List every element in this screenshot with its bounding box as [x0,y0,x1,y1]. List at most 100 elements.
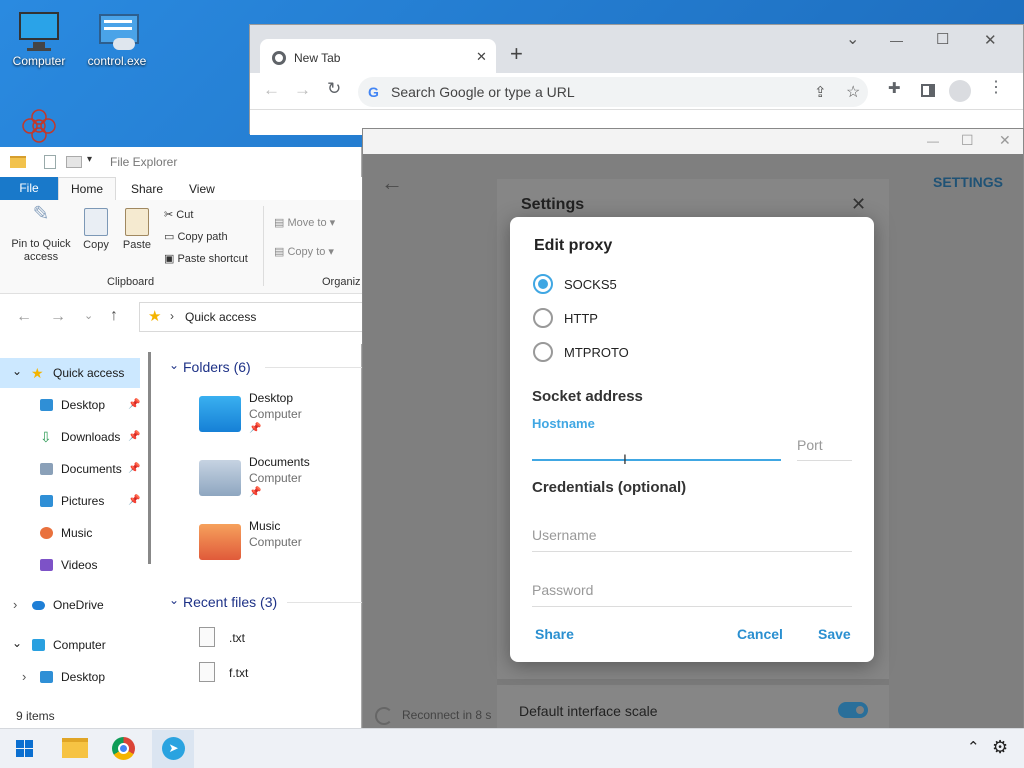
tree-item-onedrive[interactable]: › OneDrive [0,590,140,620]
up-arrow-icon[interactable]: ↑ [110,307,118,325]
address-bar[interactable]: ★ › Quick access [139,302,362,332]
tree-item-videos[interactable]: Videos [0,550,140,580]
folder-name[interactable]: Music [249,519,280,533]
chrome-favicon-icon [272,51,286,65]
pin-icon[interactable]: 📌 [128,422,140,452]
tray-chevron-up-icon[interactable]: ⌃ [967,738,980,756]
recent-heading[interactable]: Recent files (3) [183,594,277,610]
copy-to-button[interactable]: ▤ Copy to ▾ [274,245,334,258]
tree-item-computer-desktop[interactable]: › Desktop [0,662,140,692]
chevron-down-icon[interactable]: ⌄ [12,356,22,386]
pin-icon[interactable]: 📌 [128,486,140,516]
reconnect-bar[interactable]: Reconnect in 8 s [369,706,499,728]
copy-button[interactable]: Copy [80,208,112,252]
tab-file[interactable]: File [0,177,58,200]
new-tab-button[interactable]: + [510,41,523,67]
back-arrow-icon[interactable]: ← [381,170,403,196]
copy-path-button[interactable]: ▭ Copy path [164,230,228,243]
port-input[interactable]: Port [797,433,852,461]
radio-unselected-icon[interactable] [533,342,553,362]
desktop-icon-app[interactable] [4,106,74,148]
folders-heading[interactable]: Folders (6) [183,359,251,375]
cancel-button[interactable]: Cancel [737,626,783,642]
chevron-right-icon[interactable]: › [13,590,17,620]
move-to-button[interactable]: ▤ Move to ▾ [274,216,335,229]
desktop-icon-control[interactable]: control.exe [82,12,152,68]
desktop-icon-computer[interactable]: Computer [4,12,74,68]
bookmark-star-icon[interactable]: ☆ [846,82,860,102]
tree-item-desktop[interactable]: Desktop 📌 [0,390,140,420]
recent-dropdown-icon[interactable]: ⌄ [84,309,93,322]
folders-chevron-icon[interactable]: ⌄ [169,358,179,372]
tree-item-pictures[interactable]: Pictures 📌 [0,486,140,516]
radio-label[interactable]: MTPROTO [564,345,629,360]
qat-dropdown-icon[interactable]: ▾ [87,154,92,165]
minimize-button[interactable]: — [927,134,939,148]
settings-gear-icon[interactable]: ⚙ [992,737,1008,758]
profile-icon[interactable] [949,80,971,102]
radio-unselected-icon[interactable] [533,308,553,328]
radio-selected-icon[interactable] [533,274,553,294]
tree-item-quick-access[interactable]: ⌄ ★ Quick access [0,358,140,388]
forward-arrow-icon[interactable]: → [294,81,311,98]
password-input[interactable]: Password [532,578,852,607]
username-input[interactable]: Username [532,523,852,552]
omnibox[interactable]: G Search Google or type a URL ⇪ ☆ [358,77,868,107]
menu-kebab-icon[interactable]: ⋮ [988,80,1004,96]
music-folder-icon[interactable] [199,524,241,560]
tree-item-downloads[interactable]: ⇩ Downloads 📌 [0,422,140,452]
tab-search-icon[interactable]: ⌄ [846,29,859,49]
tree-item-music[interactable]: Music [0,518,140,548]
side-panel-icon[interactable] [921,84,935,97]
tree-item-documents[interactable]: Documents 📌 [0,454,140,484]
new-folder-icon[interactable] [66,156,82,168]
back-arrow-icon[interactable]: ← [263,81,280,98]
reload-icon[interactable]: ↻ [327,80,341,97]
documents-folder-icon[interactable] [199,460,241,496]
maximize-button[interactable]: ☐ [961,132,974,149]
pin-icon[interactable]: 📌 [128,390,140,420]
pin-icon[interactable]: 📌 [128,454,140,484]
folder-name[interactable]: Desktop [249,391,293,405]
tree-item-computer[interactable]: ⌄ Computer [0,630,140,660]
radio-label[interactable]: HTTP [564,311,598,326]
start-windows-icon[interactable] [16,740,33,757]
chevron-down-icon[interactable]: ⌄ [12,628,22,658]
extensions-icon[interactable]: ✚ [888,81,901,96]
telegram-taskbar-icon[interactable]: ➤ [152,730,194,768]
tab-share[interactable]: Share [131,182,163,196]
file-explorer-taskbar-icon[interactable] [62,738,88,758]
settings-close-icon[interactable]: ✕ [851,194,866,215]
folder-name[interactable]: Documents [249,455,310,469]
settings-header-link[interactable]: SETTINGS [933,174,1003,190]
chevron-right-icon[interactable]: › [22,662,26,692]
tree-scrollbar[interactable] [148,352,151,564]
paste-button[interactable]: Paste [120,208,154,252]
back-arrow-icon[interactable]: ← [16,308,32,326]
paste-shortcut-button[interactable]: ▣ Paste shortcut [164,252,248,265]
tab-close-icon[interactable]: ✕ [476,49,487,65]
tab-home[interactable]: Home [58,177,116,201]
recent-file-name[interactable]: .txt [229,631,245,645]
hostname-input[interactable] [532,439,781,461]
minimize-button[interactable]: — [890,33,903,48]
desktop-folder-icon[interactable] [199,396,241,432]
chrome-taskbar-icon[interactable] [112,737,135,760]
share-button[interactable]: Share [535,626,574,642]
close-button[interactable]: ✕ [999,132,1011,149]
share-icon[interactable]: ⇪ [814,83,827,101]
tab-view[interactable]: View [189,182,215,196]
forward-arrow-icon[interactable]: → [50,308,66,326]
recent-chevron-icon[interactable]: ⌄ [169,593,179,607]
maximize-button[interactable]: ☐ [936,30,949,48]
cut-button[interactable]: ✂ Cut [164,208,193,221]
close-button[interactable]: ✕ [984,31,997,49]
recent-file-name[interactable]: f.txt [229,666,248,680]
app-flower-icon [17,106,61,146]
radio-label[interactable]: SOCKS5 [564,277,617,292]
properties-icon[interactable] [44,155,56,169]
interface-scale-toggle[interactable] [838,702,868,718]
pin-quick-access-button[interactable]: ✎ Pin to Quick access [6,204,76,264]
save-button[interactable]: Save [818,626,851,642]
heading-rule [287,602,362,603]
